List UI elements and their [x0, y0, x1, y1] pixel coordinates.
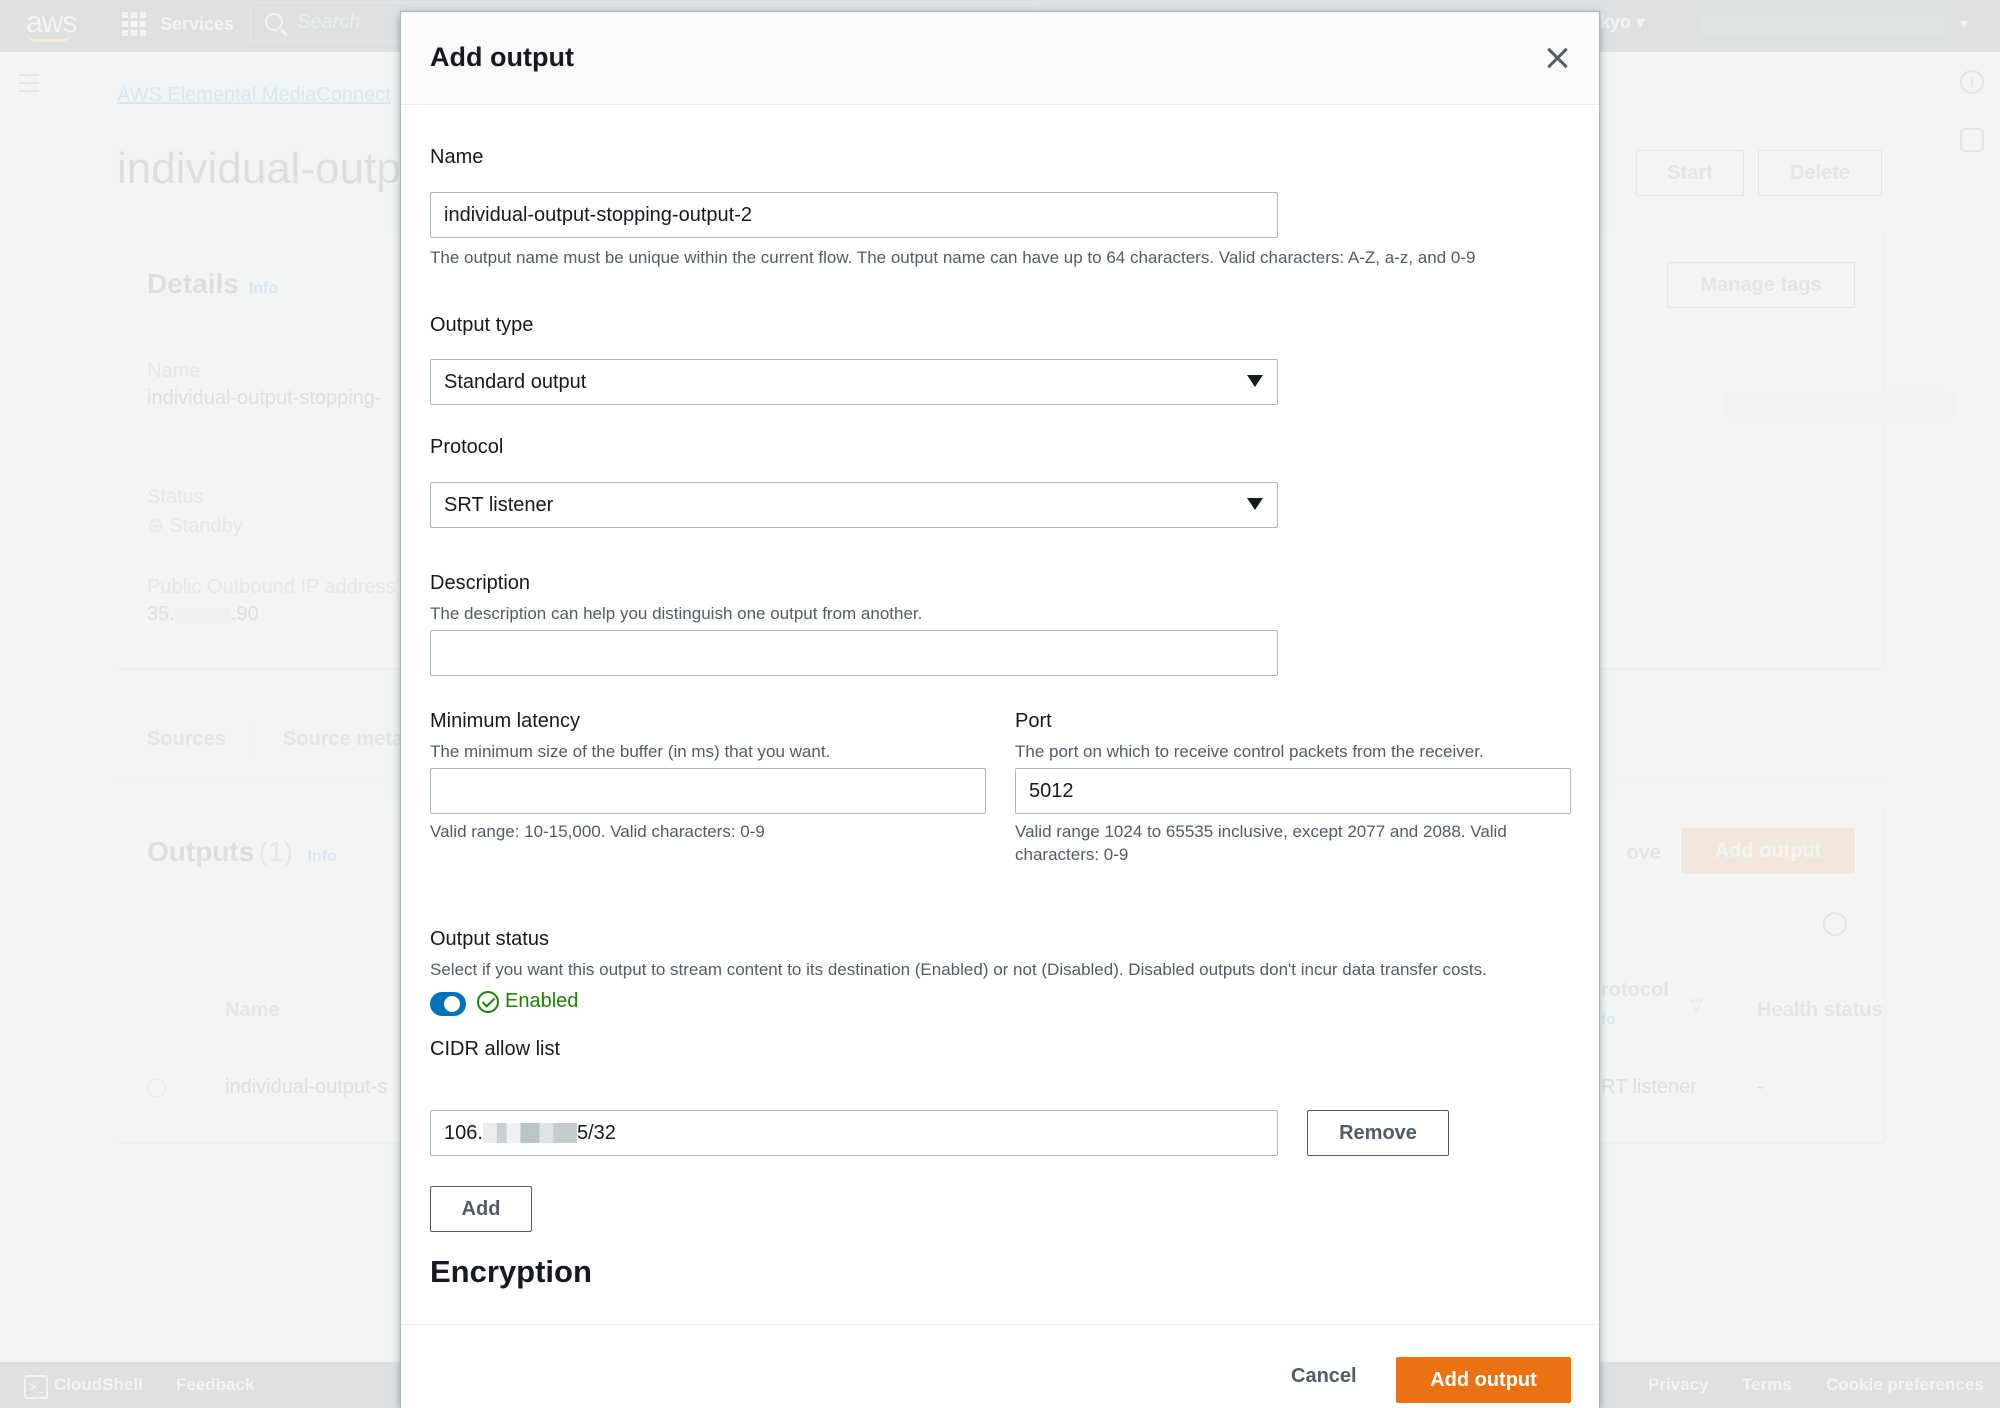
port-label: Port [1015, 710, 1052, 732]
modal-body[interactable]: Name The output name must be unique with… [401, 106, 1599, 1336]
modal-title: Add output [430, 42, 574, 72]
enabled-label: Enabled [505, 990, 579, 1012]
redacted-text [482, 1123, 577, 1143]
min-latency-input[interactable] [430, 768, 986, 814]
output-type-value: Standard output [444, 370, 587, 393]
port-hint: The port on which to receive control pac… [1015, 742, 1484, 761]
name-hint: The output name must be unique within th… [430, 248, 1476, 267]
description-hint: The description can help you distinguish… [430, 604, 923, 623]
check-circle-icon [477, 990, 499, 1013]
modal-footer: Cancel Add output [401, 1324, 1599, 1408]
add-cidr-button[interactable]: Add [430, 1186, 532, 1232]
protocol-label: Protocol [430, 436, 504, 458]
cidr-label: CIDR allow list [430, 1038, 561, 1060]
add-output-modal: Add output Name The output name must be … [401, 12, 1599, 1408]
cidr-input[interactable]: 106. 5/32 [430, 1110, 1278, 1156]
output-status-label: Output status [430, 928, 549, 950]
close-icon[interactable] [1543, 44, 1571, 72]
cancel-button[interactable]: Cancel [1291, 1365, 1357, 1388]
encryption-heading: Encryption [430, 1254, 592, 1289]
name-label: Name [430, 146, 484, 168]
enabled-status: Enabled [477, 990, 578, 1013]
caret-down-icon [1247, 375, 1263, 387]
output-status-hint: Select if you want this output to stream… [430, 960, 1487, 979]
caret-down-icon [1247, 498, 1263, 510]
output-type-label: Output type [430, 314, 534, 336]
port-constraint: Valid range 1024 to 65535 inclusive, exc… [1015, 822, 1507, 864]
output-type-select[interactable]: Standard output [430, 359, 1278, 405]
min-latency-hint: The minimum size of the buffer (in ms) t… [430, 742, 831, 761]
min-latency-constraint: Valid range: 10-15,000. Valid characters… [430, 822, 765, 841]
cidr-prefix: 106. [444, 1121, 483, 1144]
min-latency-label: Minimum latency [430, 710, 581, 732]
protocol-value: SRT listener [444, 493, 554, 516]
description-label: Description [430, 572, 531, 594]
output-status-toggle[interactable] [430, 992, 466, 1016]
remove-cidr-button[interactable]: Remove [1307, 1110, 1449, 1156]
description-input[interactable] [430, 630, 1278, 676]
name-input[interactable] [430, 192, 1278, 238]
add-output-button[interactable]: Add output [1396, 1357, 1571, 1403]
protocol-select[interactable]: SRT listener [430, 482, 1278, 528]
modal-header: Add output [401, 12, 1599, 105]
cidr-suffix: 5/32 [576, 1121, 616, 1144]
port-input[interactable] [1015, 768, 1571, 814]
